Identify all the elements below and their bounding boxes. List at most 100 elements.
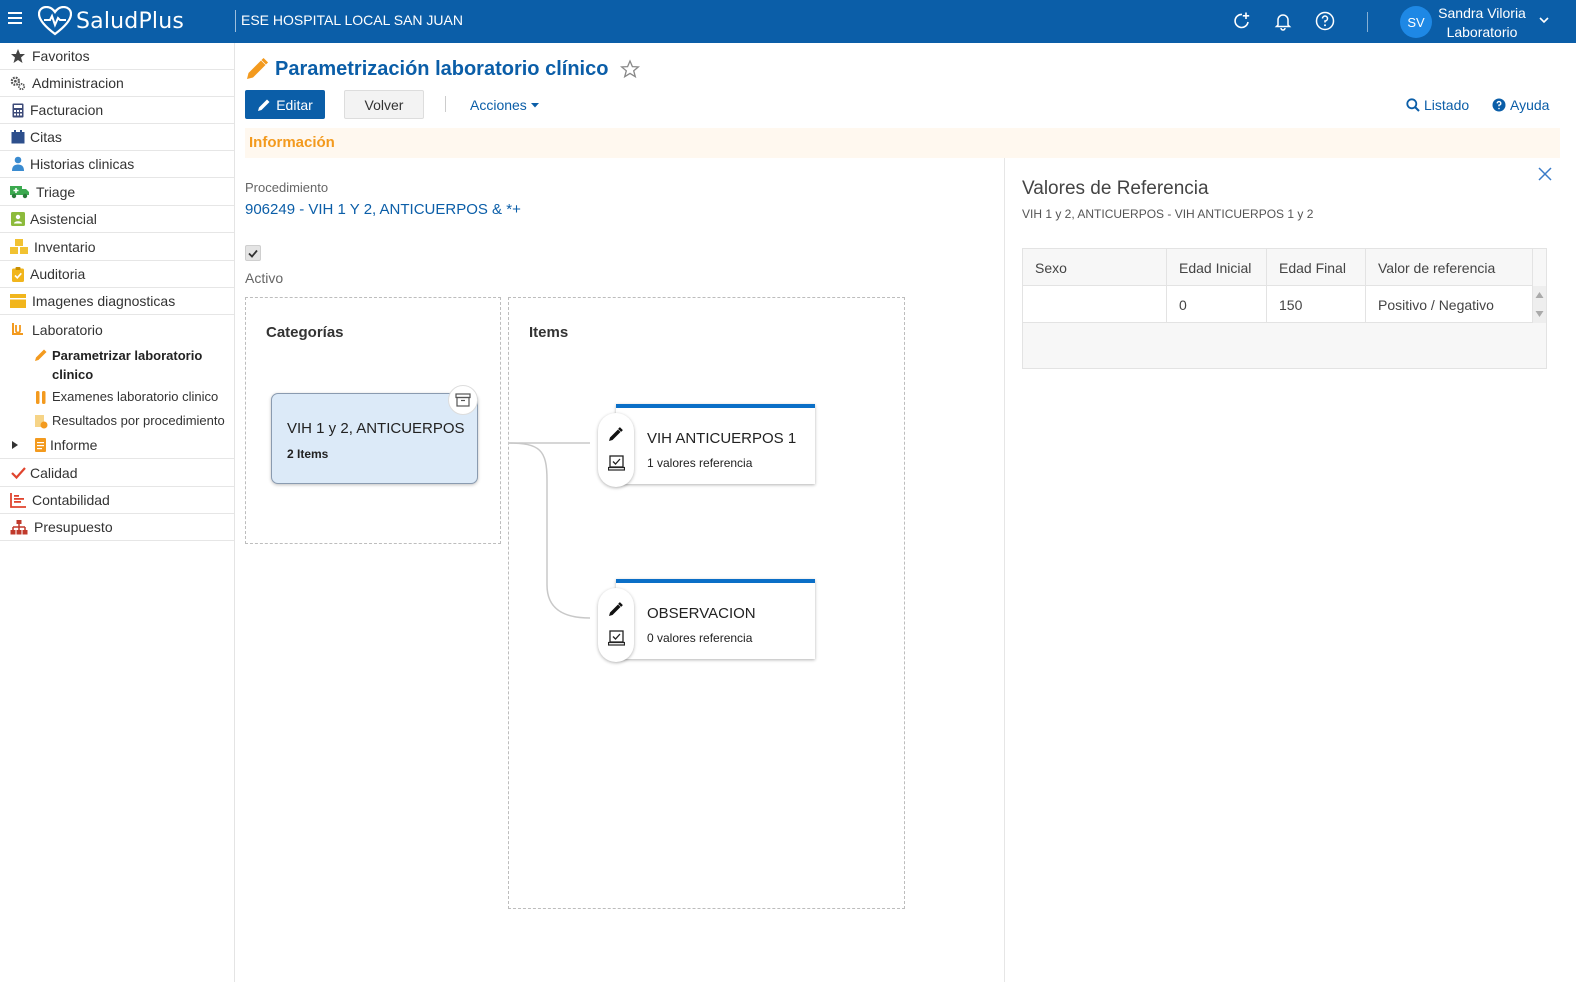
sidebar-item-auditoria[interactable]: Auditoria bbox=[0, 261, 234, 288]
item-card[interactable]: VIH ANTICUERPOS 1 1 valores referencia bbox=[616, 404, 815, 484]
test-tubes-icon bbox=[34, 391, 48, 405]
sidebar-item-label: Citas bbox=[30, 129, 62, 145]
sidebar-item-contabilidad[interactable]: Contabilidad bbox=[0, 487, 234, 514]
table-scrollbar[interactable] bbox=[1533, 286, 1546, 323]
back-button[interactable]: Volver bbox=[344, 90, 424, 119]
active-label: Activo bbox=[245, 270, 284, 286]
column-header[interactable]: Sexo bbox=[1023, 249, 1167, 286]
sidebar-item-triage[interactable]: Triage bbox=[0, 179, 234, 206]
sidebar-subitem-label: Examenes laboratorio clinico bbox=[52, 389, 219, 404]
sidebar-item-laboratorio[interactable]: Laboratorio bbox=[0, 316, 234, 343]
sitemap-icon bbox=[10, 519, 28, 535]
app-name: SaludPlus bbox=[76, 8, 185, 34]
column-header[interactable]: Valor de referencia bbox=[1366, 249, 1533, 286]
check-icon bbox=[248, 249, 258, 258]
sidebar-subitem-examenes[interactable]: Examenes laboratorio clinico bbox=[34, 389, 218, 405]
page-title-text: Parametrización laboratorio clínico bbox=[275, 57, 609, 80]
sidebar-item-label: Facturacion bbox=[30, 102, 104, 118]
star-icon bbox=[10, 48, 26, 64]
actions-dropdown[interactable]: Acciones bbox=[470, 97, 540, 113]
refresh-add-icon[interactable] bbox=[1232, 11, 1252, 31]
sidebar-item-label: Contabilidad bbox=[32, 492, 110, 508]
flask-icon bbox=[10, 322, 26, 338]
id-card-icon bbox=[10, 211, 26, 227]
scroll-up-icon[interactable] bbox=[1533, 288, 1546, 302]
bell-icon[interactable] bbox=[1273, 11, 1293, 31]
help-link[interactable]: Ayuda bbox=[1492, 97, 1549, 113]
table-header: Sexo Edad Inicial Edad Final Valor de re… bbox=[1023, 249, 1533, 286]
close-icon[interactable] bbox=[1537, 166, 1553, 182]
document-result-icon bbox=[34, 415, 48, 429]
item-reference-count: 1 valores referencia bbox=[647, 456, 753, 470]
sidebar-item-historias-clinicas[interactable]: Historias clinicas bbox=[0, 151, 234, 178]
chevron-down-icon[interactable] bbox=[1538, 15, 1550, 25]
favorite-star-icon[interactable] bbox=[620, 59, 641, 79]
doctor-icon bbox=[10, 156, 26, 172]
edit-pencil-icon[interactable] bbox=[608, 426, 624, 442]
edit-button[interactable]: Editar bbox=[245, 90, 325, 119]
app-logo[interactable]: SaludPlus bbox=[38, 5, 184, 37]
calculator-icon bbox=[10, 102, 26, 118]
edit-button-label: Editar bbox=[276, 96, 313, 113]
sidebar-item-asistencial[interactable]: Asistencial bbox=[0, 206, 234, 233]
gears-icon bbox=[10, 75, 26, 91]
table-row[interactable]: 0 150 Positivo / Negativo bbox=[1023, 286, 1533, 323]
active-checkbox[interactable] bbox=[245, 245, 261, 261]
top-bar: SaludPlus ESE HOSPITAL LOCAL SAN JUAN SV… bbox=[0, 0, 1576, 43]
panel-subtitle: VIH 1 y 2, ANTICUERPOS - VIH ANTICUERPOS… bbox=[1022, 207, 1314, 221]
section-header: Información bbox=[245, 128, 1560, 158]
item-reference-count: 0 valores referencia bbox=[647, 631, 753, 645]
archive-button[interactable] bbox=[448, 385, 478, 415]
procedure-label: Procedimiento bbox=[245, 180, 329, 195]
help-label: Ayuda bbox=[1510, 97, 1550, 113]
heart-pulse-logo-icon bbox=[38, 6, 72, 36]
list-link[interactable]: Listado bbox=[1406, 97, 1469, 113]
checklist-icon[interactable] bbox=[608, 630, 625, 646]
sidebar-subitem-parametrizar[interactable]: Parametrizar laboratorio clinico bbox=[34, 346, 224, 384]
caret-right-icon[interactable] bbox=[11, 437, 19, 453]
divider bbox=[1367, 12, 1368, 32]
category-card[interactable]: VIH 1 y 2, ANTICUERPOS 2 Items bbox=[271, 385, 478, 484]
sidebar-item-facturacion[interactable]: Facturacion bbox=[0, 97, 234, 124]
user-avatar[interactable]: SV bbox=[1400, 6, 1432, 38]
procedure-value[interactable]: 906249 - VIH 1 Y 2, ANTICUERPOS & *+ bbox=[245, 201, 521, 218]
edit-pencil-icon[interactable] bbox=[608, 601, 624, 617]
list-label: Listado bbox=[1424, 97, 1470, 113]
sidebar-subitem-resultados[interactable]: Resultados por procedimiento bbox=[34, 413, 225, 429]
check-icon bbox=[10, 465, 26, 481]
search-icon bbox=[1406, 98, 1420, 112]
column-header[interactable]: Edad Final bbox=[1267, 249, 1366, 286]
sidebar-item-presupuesto[interactable]: Presupuesto bbox=[0, 514, 234, 541]
sidebar-item-informe[interactable]: Informe bbox=[0, 432, 234, 459]
hamburger-menu-icon[interactable] bbox=[8, 12, 22, 26]
ambulance-icon bbox=[10, 184, 30, 200]
sidebar-item-calidad[interactable]: Calidad bbox=[0, 460, 234, 487]
sidebar-item-imagenes-diagnosticas[interactable]: Imagenes diagnosticas bbox=[0, 288, 234, 315]
user-role: Laboratorio bbox=[1446, 24, 1518, 40]
help-circle-icon[interactable] bbox=[1315, 11, 1335, 31]
sidebar-item-administracion[interactable]: Administracion bbox=[0, 70, 234, 97]
sidebar-item-label: Presupuesto bbox=[34, 519, 113, 535]
scroll-down-icon[interactable] bbox=[1533, 307, 1546, 321]
sidebar-item-inventario[interactable]: Inventario bbox=[0, 234, 234, 261]
item-card[interactable]: OBSERVACION 0 valores referencia bbox=[616, 579, 815, 659]
sidebar-item-label: Informe bbox=[50, 437, 98, 453]
reference-values-table: Sexo Edad Inicial Edad Final Valor de re… bbox=[1022, 248, 1547, 369]
sidebar-item-label: Inventario bbox=[34, 239, 96, 255]
user-menu[interactable]: Sandra Viloria Laboratorio bbox=[1436, 4, 1528, 42]
sidebar-item-label: Favoritos bbox=[32, 48, 90, 64]
checklist-icon[interactable] bbox=[608, 455, 625, 471]
category-name: VIH 1 y 2, ANTICUERPOS bbox=[287, 420, 465, 437]
archive-icon bbox=[455, 393, 471, 407]
category-count: 2 Items bbox=[287, 447, 329, 461]
section-label: Información bbox=[249, 134, 335, 151]
cubes-icon bbox=[10, 239, 28, 255]
sidebar-item-citas[interactable]: Citas bbox=[0, 124, 234, 151]
user-name: Sandra Viloria bbox=[1438, 5, 1526, 21]
panel-title: Valores de Referencia bbox=[1022, 178, 1209, 199]
page-title: Parametrización laboratorio clínico bbox=[245, 57, 641, 81]
sidebar-item-label: Historias clinicas bbox=[30, 156, 135, 172]
sidebar-item-favoritos[interactable]: Favoritos bbox=[0, 43, 234, 70]
column-header[interactable]: Edad Inicial bbox=[1167, 249, 1267, 286]
sidebar-subitem-label: Resultados por procedimiento bbox=[52, 413, 225, 428]
